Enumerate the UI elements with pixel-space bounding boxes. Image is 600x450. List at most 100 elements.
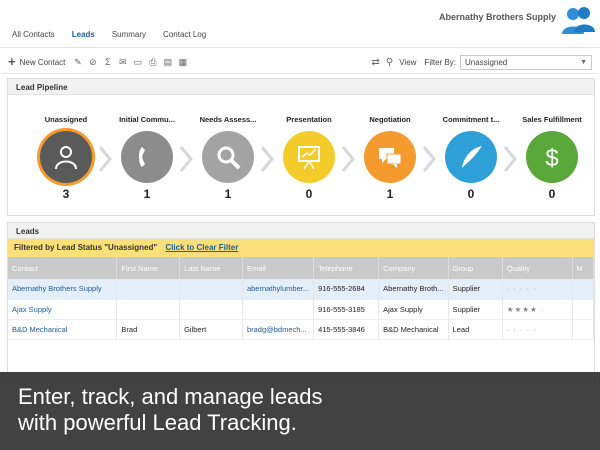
table-cell[interactable]: bradg@bdmech... <box>242 319 315 340</box>
stage-circle[interactable] <box>202 131 254 183</box>
plus-icon[interactable]: + <box>8 55 16 68</box>
table-row[interactable]: Abernathy Brothers Supply abernathylumber… <box>8 279 594 300</box>
column-header[interactable]: Contact <box>8 257 118 279</box>
tab-contact-log[interactable]: Contact Log <box>163 30 206 39</box>
table-cell <box>572 299 594 320</box>
stage-count: 0 <box>467 187 475 201</box>
pipeline-stages: Unassigned 3 Initial Commu... 1 Needs Assess… <box>8 115 596 215</box>
tab-summary[interactable]: Summary <box>112 30 146 39</box>
dollar-icon: $ <box>545 145 558 170</box>
column-header[interactable]: Group <box>448 257 503 279</box>
search-icon[interactable]: ⚲ <box>386 57 393 68</box>
table-cell[interactable]: Ajax Supply <box>8 299 118 320</box>
pipeline-stage[interactable]: Presentation 0 <box>269 115 349 201</box>
excel-icon[interactable]: ▦ <box>178 57 188 67</box>
new-contact-button[interactable]: New Contact <box>20 58 66 67</box>
tab-all-contacts[interactable]: All Contacts <box>12 30 55 39</box>
marketing-caption: Enter, track, and manage leads with powe… <box>0 372 600 450</box>
table-cell: · · · · · <box>502 279 573 300</box>
table-row[interactable]: B&D Mechanical Brad Gilbert bradg@bdmech...… <box>8 319 594 340</box>
company-name: Abernathy Brothers Supply <box>438 12 556 22</box>
stage-count: 0 <box>305 187 313 201</box>
table-cell <box>116 279 181 300</box>
stage-circle[interactable] <box>121 131 173 183</box>
column-header[interactable]: Company <box>378 257 449 279</box>
pipeline-stage[interactable]: Unassigned 3 <box>26 115 106 201</box>
table-cell: B&D Mechanical <box>378 319 449 340</box>
stage-circle[interactable] <box>283 131 335 183</box>
table-header-row: Contact First Name Last Name Email Telephone… <box>8 257 594 279</box>
stage-count: 0 <box>548 187 556 201</box>
pipeline-title: Lead Pipeline <box>8 79 594 95</box>
stage-name: Commitment t... <box>442 115 500 124</box>
pencil-icon[interactable]: ✎ <box>73 57 82 67</box>
quill-icon <box>462 146 482 168</box>
table-cell: 916-555-3185 <box>313 299 380 320</box>
view-label[interactable]: View <box>399 58 416 67</box>
column-header[interactable]: Email <box>242 257 315 279</box>
stage-name: Initial Commu... <box>119 115 175 124</box>
stage-circle[interactable] <box>364 131 416 183</box>
chat-bubbles-icon <box>379 148 402 168</box>
column-header[interactable]: First Name <box>116 257 181 279</box>
table-cell <box>116 299 181 320</box>
pipeline-stage[interactable]: Needs Assess... 1 <box>188 115 268 201</box>
table-cell <box>572 279 594 300</box>
sum-icon[interactable]: Σ <box>103 57 112 67</box>
stage-circle[interactable] <box>445 131 497 183</box>
table-cell: Ajax Supply <box>378 299 449 320</box>
filter-banner: Filtered by Lead Status "Unassigned" Cli… <box>8 239 594 257</box>
chevron-down-icon: ▼ <box>580 59 587 66</box>
message-icon[interactable]: ▭ <box>133 57 143 67</box>
app-header: All Contacts Leads Summary Contact Log A… <box>0 0 600 48</box>
pipeline-stage[interactable]: Commitment t... 0 <box>431 115 511 201</box>
export-icon[interactable]: ▤ <box>163 57 173 67</box>
table-cell: Supplier <box>448 279 503 300</box>
table-cell[interactable]: Abernathy Brothers Supply <box>8 279 118 300</box>
envelope-icon[interactable]: ✉ <box>118 57 127 67</box>
table-cell: Lead <box>448 319 503 340</box>
toolbar: + New Contact ✎ ⊘ Σ ✉ ▭ ⎙ ▤ ▦ ⇄ ⚲ View F… <box>0 52 600 74</box>
stage-name: Sales Fulfillment <box>522 115 582 124</box>
pipeline-stage[interactable]: Negotiation 1 <box>350 115 430 201</box>
column-header[interactable]: Telephone <box>313 257 380 279</box>
table-row[interactable]: Ajax Supply 916-555-3185 Ajax Supply Suppli… <box>8 299 594 320</box>
refresh-icon[interactable]: ⇄ <box>372 57 380 68</box>
table-cell[interactable]: B&D Mechanical <box>8 319 118 340</box>
table-cell[interactable]: abernathylumber... <box>242 279 315 300</box>
table-cell: 916-555-2684 <box>313 279 380 300</box>
print-icon[interactable]: ⎙ <box>148 57 157 67</box>
filter-text: Filtered by Lead Status "Unassigned" <box>14 243 158 252</box>
table-cell <box>179 299 243 320</box>
table-cell[interactable] <box>242 299 315 320</box>
filter-select[interactable]: Unassigned ▼ <box>460 55 592 70</box>
presentation-board-icon <box>298 146 320 170</box>
column-header[interactable]: M <box>572 257 594 279</box>
svg-text:$: $ <box>545 145 558 170</box>
magnifier-icon <box>217 146 241 170</box>
table-cell: 415-555-3846 <box>313 319 380 340</box>
users-icon <box>562 7 595 34</box>
block-icon[interactable]: ⊘ <box>88 57 97 67</box>
clear-filter-link[interactable]: Click to Clear Filter <box>165 243 238 252</box>
stage-circle[interactable] <box>40 131 92 183</box>
tab-leads[interactable]: Leads <box>72 30 95 39</box>
stage-name: Presentation <box>286 115 332 124</box>
caption-line-1: Enter, track, and manage leads <box>18 384 323 409</box>
pipeline-stage[interactable]: Sales Fulfillment $0 <box>512 115 592 201</box>
column-header[interactable]: Last Name <box>179 257 243 279</box>
caption-line-2: with powerful Lead Tracking. <box>18 410 297 435</box>
stage-circle[interactable]: $ <box>526 131 578 183</box>
table-cell: Abernathy Broth... <box>378 279 449 300</box>
stage-name: Negotiation <box>369 115 411 124</box>
lead-pipeline-panel: Lead Pipeline Unassigned 3 Initial Commu..… <box>7 78 595 216</box>
table-cell: Gilbert <box>179 319 243 340</box>
phone-icon <box>139 147 145 167</box>
stage-count: 1 <box>143 187 151 201</box>
column-header[interactable]: Quality <box>502 257 573 279</box>
table-cell: · · · · · <box>502 319 573 340</box>
stage-name: Unassigned <box>44 115 88 124</box>
filter-select-value: Unassigned <box>465 58 508 67</box>
person-icon <box>55 146 77 170</box>
pipeline-stage[interactable]: Initial Commu... 1 <box>107 115 187 201</box>
